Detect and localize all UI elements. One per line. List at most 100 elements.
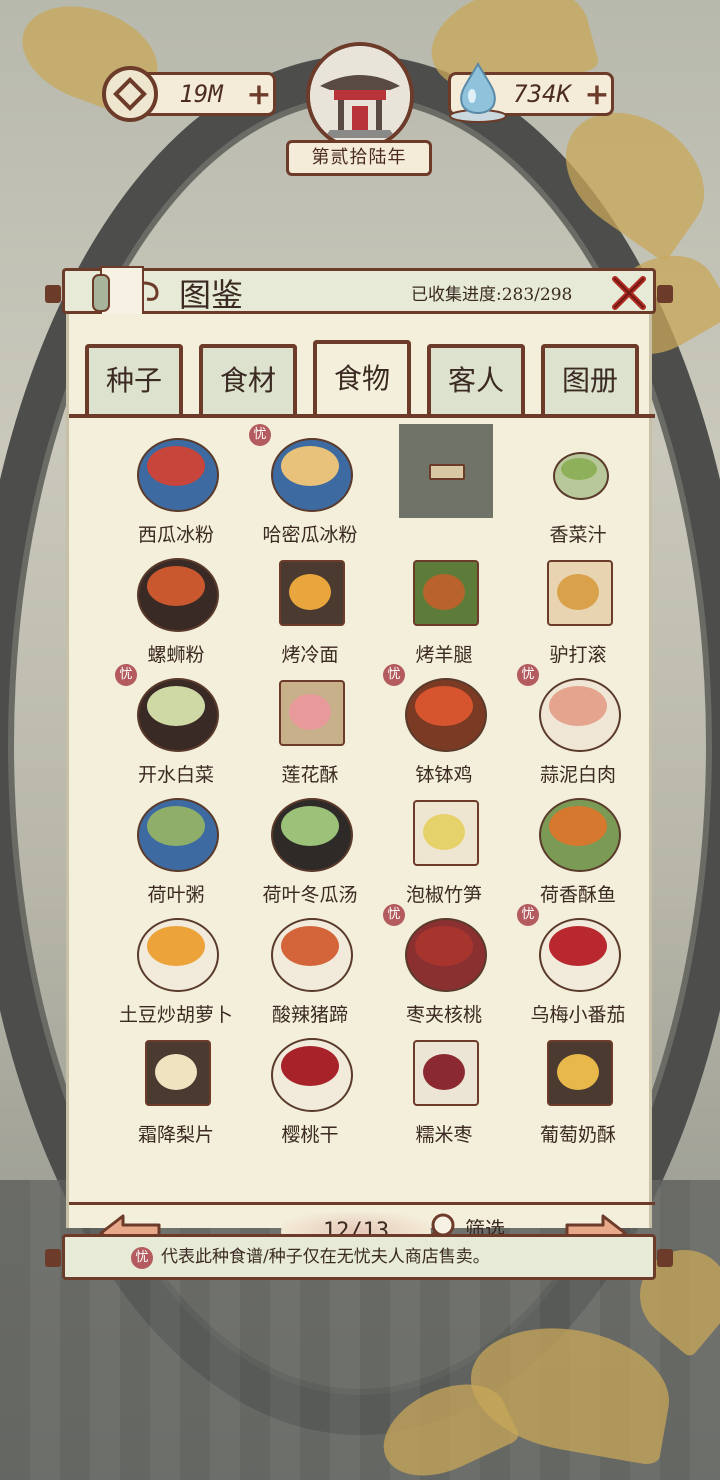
dish-icon [401, 1030, 487, 1116]
pavilion-icon [310, 46, 410, 146]
collection-progress: 已收集进度:283/298 [411, 285, 573, 305]
dish-icon [267, 550, 353, 636]
dish-icon [267, 430, 353, 516]
dish-name: 樱桃干 [281, 1124, 339, 1146]
dish-name: 开水白菜 [137, 764, 214, 786]
dish-card[interactable]: 糯米枣 [377, 1024, 511, 1146]
dish-card[interactable]: 螺蛳粉 [109, 544, 243, 666]
dish-name: 莲花酥 [281, 764, 339, 786]
dish-icon [401, 790, 487, 876]
dish-card[interactable]: 忧开水白菜 [109, 664, 243, 786]
dish-name: 糯米枣 [415, 1124, 473, 1146]
tab-ingredients[interactable]: 食材 [199, 344, 297, 414]
dish-name: 钵钵鸡 [415, 764, 473, 786]
dish-name: 酸辣猪蹄 [271, 1004, 348, 1026]
dish-card[interactable]: 土豆炒胡萝卜 [109, 904, 243, 1026]
exclusive-badge-icon: 忧 [517, 904, 539, 926]
dish-icon [401, 910, 487, 996]
dish-icon [267, 790, 353, 876]
dish-name: 土豆炒胡萝卜 [118, 1004, 233, 1026]
dish-name: 荷叶粥 [147, 884, 205, 906]
dish-name: 泡椒竹笋 [405, 884, 482, 906]
dish-name: 烤羊腿 [415, 644, 473, 666]
dish-icon [267, 1030, 353, 1116]
panel-header: 图鉴 已收集进度:283/298 [45, 266, 673, 316]
dish-card[interactable]: 香菜汁 [511, 424, 645, 546]
dish-icon [133, 670, 219, 756]
dish-icon [401, 550, 487, 636]
exclusive-badge-icon: 忧 [249, 424, 271, 446]
dish-card[interactable]: 忧枣夹核桃 [377, 904, 511, 1026]
dish-icon [133, 1030, 219, 1116]
dish-name: 烤冷面 [281, 644, 339, 666]
dish-icon [535, 670, 621, 756]
add-coins-button[interactable]: + [245, 77, 273, 112]
year-emblem [306, 42, 414, 150]
dish-card[interactable] [377, 424, 511, 544]
tab-underline [69, 414, 655, 418]
exclusive-badge-icon: 忧 [115, 664, 137, 686]
category-tabs: 种子 食材 食物 客人 图册 [85, 340, 645, 416]
close-x-icon[interactable] [609, 273, 649, 313]
water-value: 734K [513, 80, 571, 108]
dish-icon [535, 910, 621, 996]
dish-card[interactable]: 荷叶粥 [109, 784, 243, 906]
scroll-icon [92, 266, 159, 316]
collection-panel: 图鉴 已收集进度:283/298 种子 食材 食物 客人 图册 西瓜冰粉忧哈密瓜… [45, 266, 673, 1252]
coin-value: 19M [179, 80, 223, 108]
tab-food[interactable]: 食物 [313, 340, 411, 414]
dish-name: 枣夹核桃 [405, 1004, 482, 1026]
shop-note-text: 代表此种食谱/种子仅在无忧夫人商店售卖。 [161, 1247, 490, 1267]
dish-icon [535, 1030, 621, 1116]
year-label: 第贰拾陆年 [286, 140, 432, 176]
dish-name: 荷香酥鱼 [539, 884, 616, 906]
dish-icon [133, 430, 219, 516]
dish-icon [535, 430, 621, 516]
dish-card[interactable]: 烤冷面 [243, 544, 377, 666]
dish-card[interactable]: 烤羊腿 [377, 544, 511, 666]
dish-card[interactable]: 樱桃干 [243, 1024, 377, 1146]
square-hole-coin-icon [102, 66, 158, 122]
dish-card[interactable]: 驴打滚 [511, 544, 645, 666]
exclusive-badge-icon: 忧 [131, 1247, 153, 1269]
dish-card[interactable]: 霜降梨片 [109, 1024, 243, 1146]
dish-name: 螺蛳粉 [147, 644, 205, 666]
dish-name: 霜降梨片 [137, 1124, 214, 1146]
dish-card[interactable]: 葡萄奶酥 [511, 1024, 645, 1146]
dish-card[interactable]: 忧乌梅小番茄 [511, 904, 645, 1026]
panel-title: 图鉴 [179, 276, 244, 314]
dish-name: 乌梅小番茄 [530, 1004, 626, 1026]
dish-card[interactable]: 忧钵钵鸡 [377, 664, 511, 786]
dish-name: 驴打滚 [549, 644, 607, 666]
tab-seeds[interactable]: 种子 [85, 344, 183, 414]
water-drop-icon [449, 61, 507, 123]
dish-card[interactable]: 莲花酥 [243, 664, 377, 786]
tab-album[interactable]: 图册 [541, 344, 639, 414]
exclusive-badge-icon: 忧 [383, 664, 405, 686]
dish-name: 蒜泥白肉 [539, 764, 616, 786]
dish-card[interactable]: 泡椒竹笋 [377, 784, 511, 906]
add-water-button[interactable]: + [583, 77, 611, 112]
dish-name: 香菜汁 [549, 524, 607, 546]
dish-icon [535, 550, 621, 636]
dish-card[interactable]: 酸辣猪蹄 [243, 904, 377, 1026]
dish-grid: 西瓜冰粉忧哈密瓜冰粉 香菜汁 螺蛳粉 烤冷面 烤羊腿 驴打滚忧开水白菜 莲花酥忧钵钵鸡忧蒜泥… [69, 424, 655, 1164]
dish-icon [133, 910, 219, 996]
dish-icon [401, 670, 487, 756]
dish-name: 葡萄奶酥 [539, 1124, 616, 1146]
dish-card[interactable]: 荷叶冬瓜汤 [243, 784, 377, 906]
exclusive-badge-icon: 忧 [383, 904, 405, 926]
dish-card[interactable]: 荷香酥鱼 [511, 784, 645, 906]
locked-dish-placeholder[interactable] [399, 424, 493, 518]
dish-icon [535, 790, 621, 876]
dish-icon [133, 550, 219, 636]
dish-card[interactable]: 忧蒜泥白肉 [511, 664, 645, 786]
dish-card[interactable]: 忧哈密瓜冰粉 [243, 424, 377, 546]
exclusive-badge-icon: 忧 [517, 664, 539, 686]
shop-note-bar: 忧 代表此种食谱/种子仅在无忧夫人商店售卖。 [45, 1234, 673, 1280]
dish-name: 荷叶冬瓜汤 [262, 884, 358, 906]
dish-icon [133, 790, 219, 876]
dish-name: 哈密瓜冰粉 [262, 524, 358, 546]
dish-card[interactable]: 西瓜冰粉 [109, 424, 243, 546]
tab-guests[interactable]: 客人 [427, 344, 525, 414]
